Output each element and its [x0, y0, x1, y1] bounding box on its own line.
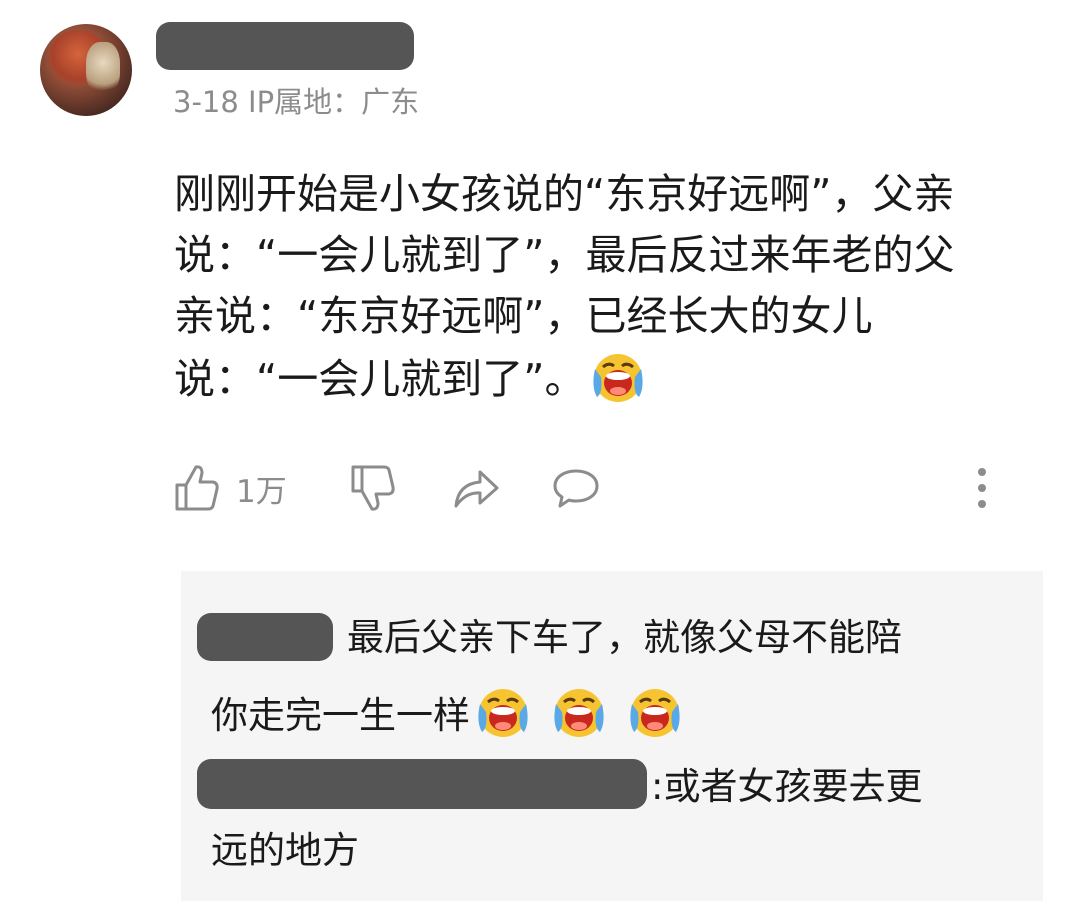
like-button[interactable]: 1万 — [174, 460, 287, 516]
comment-line: 刚刚开始是小女孩说的“东京好远啊”，父亲 — [174, 170, 955, 218]
comment-bubble-icon — [552, 467, 600, 509]
thumbs-up-icon — [174, 463, 220, 513]
comment-body: 刚刚开始是小女孩说的“东京好远啊”，父亲 说：“一会儿就到了”，最后反过来年老的… — [174, 164, 1054, 422]
reply-text-line2: 你走完一生一样 — [211, 682, 684, 754]
avatar-figure — [86, 42, 120, 94]
like-count: 1万 — [236, 473, 287, 510]
reply-button[interactable] — [552, 460, 600, 516]
replies-panel: 最后父亲下车了，就像父母不能陪 你走完一生一样:或者女孩要去更 远的地方 — [181, 571, 1043, 901]
comment-actions: 1万 — [174, 460, 1014, 516]
crying-face-emoji-icon — [550, 682, 608, 754]
reply-username-redacted[interactable] — [197, 759, 647, 809]
user-avatar[interactable] — [40, 24, 132, 116]
reply-text: 你走完一生一样 — [211, 694, 470, 737]
comment-line: 亲说：“东京好远啊”，已经长大的女儿 — [174, 292, 873, 340]
comment-line: 说：“一会儿就到了”。 — [174, 355, 586, 403]
reply-username-redacted[interactable] — [197, 613, 333, 661]
share-arrow-icon — [452, 466, 500, 510]
vertical-dots-icon — [974, 466, 990, 510]
comment-line: 说：“一会儿就到了”，最后反过来年老的父 — [174, 231, 955, 279]
reply-text: :或者女孩要去更 — [651, 765, 923, 808]
crying-face-emoji-icon — [589, 347, 647, 422]
more-button[interactable] — [974, 460, 990, 516]
share-button[interactable] — [452, 460, 500, 516]
thumbs-down-icon — [350, 463, 396, 513]
dislike-button[interactable] — [350, 460, 396, 516]
reply-text: 远的地方 — [211, 829, 359, 872]
crying-face-emoji-icon — [474, 682, 532, 754]
reply-text: 最后父亲下车了，就像父母不能陪 — [347, 616, 902, 659]
username-redacted[interactable] — [156, 22, 414, 70]
crying-face-emoji-icon — [626, 682, 684, 754]
comment-line-last: 说：“一会儿就到了”。 — [174, 347, 1054, 422]
comment-meta: 3-18 IP属地：广东 — [173, 85, 420, 119]
